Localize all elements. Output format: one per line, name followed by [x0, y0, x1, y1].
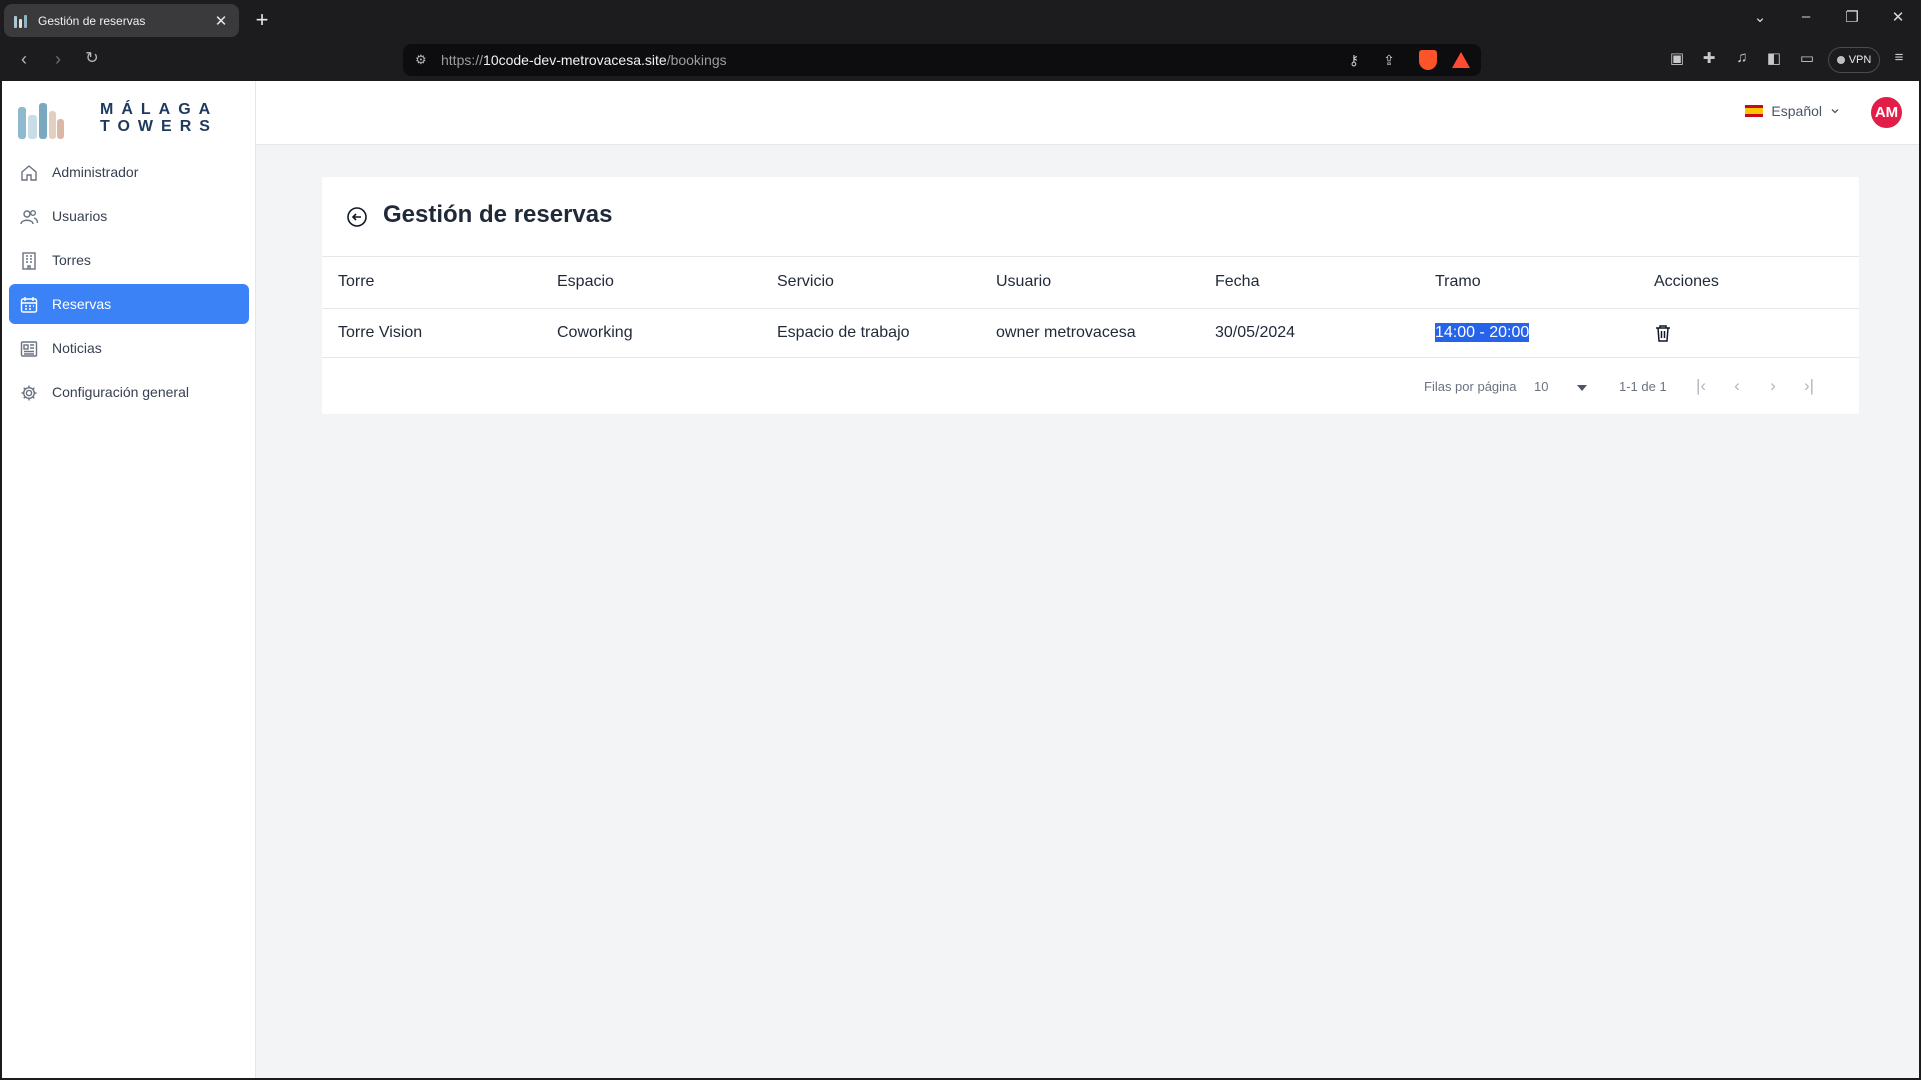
- new-tab-button[interactable]: +: [252, 7, 272, 33]
- sidebar-menu: Administrador Usuarios Torres Reservas N…: [9, 152, 249, 416]
- page-range: 1-1 de 1: [1619, 379, 1667, 394]
- media-icon[interactable]: ♫: [1731, 49, 1753, 66]
- sidebar-toggle-icon[interactable]: ◧: [1763, 49, 1785, 67]
- page-title: Gestión de reservas: [383, 201, 613, 228]
- avatar[interactable]: AM: [1871, 97, 1902, 128]
- cell-espacio: Coworking: [541, 308, 761, 358]
- sidebar: MÁLAGA TOWERS Administrador Usuarios Tor…: [2, 81, 256, 1078]
- site-settings-icon[interactable]: ⚙: [415, 52, 427, 68]
- reload-icon[interactable]: ↻: [80, 48, 104, 70]
- cell-servicio: Espacio de trabajo: [761, 308, 980, 358]
- column-header-fecha: Fecha: [1199, 257, 1419, 309]
- brave-rewards-icon[interactable]: [1452, 52, 1470, 68]
- extension-icon[interactable]: ▣: [1666, 49, 1688, 67]
- sidebar-item-label: Configuración general: [52, 384, 189, 400]
- brave-shields-icon[interactable]: [1419, 50, 1437, 70]
- restore-icon[interactable]: ❐: [1840, 8, 1864, 26]
- calendar-icon: [20, 297, 38, 313]
- last-page-icon[interactable]: ›|: [1798, 375, 1820, 397]
- language-label: Español: [1771, 103, 1822, 119]
- sidebar-item-label: Reservas: [52, 296, 112, 312]
- key-icon[interactable]: ⚷: [1344, 50, 1364, 70]
- bookings-table: Torre Espacio Servicio Usuario Fecha Tra…: [322, 257, 1859, 358]
- pagination: Filas por página 10 1-1 de 1 |‹ ‹ › ›|: [322, 357, 1859, 414]
- trash-icon[interactable]: [1654, 323, 1672, 343]
- url-text[interactable]: https://10code-dev-metrovacesa.site/book…: [441, 52, 727, 68]
- vpn-button[interactable]: VPN: [1828, 47, 1880, 73]
- browser-tab-bar: Gestión de reservas ✕ + ⌄ – ❐ ✕: [0, 0, 1921, 40]
- sidebar-item-label: Usuarios: [52, 208, 108, 224]
- column-header-servicio: Servicio: [761, 257, 980, 309]
- gear-icon: [21, 385, 37, 401]
- users-icon: [20, 210, 39, 225]
- spain-flag-icon: [1745, 105, 1764, 117]
- cell-torre: Torre Vision: [322, 308, 541, 358]
- logo-mark-icon: [18, 101, 64, 139]
- rows-per-page-select[interactable]: 10: [1534, 379, 1548, 394]
- caret-down-icon[interactable]: [1577, 385, 1587, 391]
- tab-search-icon[interactable]: ⌄: [1748, 8, 1772, 26]
- next-page-icon[interactable]: ›: [1762, 375, 1784, 397]
- card-header: Gestión de reservas: [322, 177, 1859, 257]
- rows-per-page-label: Filas por página: [1424, 379, 1517, 394]
- cell-tramo: 14:00 - 20:00: [1419, 308, 1638, 358]
- address-bar[interactable]: ⚙ https://10code-dev-metrovacesa.site/bo…: [403, 44, 1481, 76]
- back-nav-icon[interactable]: ‹: [12, 48, 36, 70]
- logo-text: MÁLAGA TOWERS: [100, 101, 219, 135]
- newspaper-icon: [20, 341, 38, 357]
- first-page-icon[interactable]: |‹: [1690, 375, 1712, 397]
- close-tab-icon[interactable]: ✕: [213, 12, 229, 30]
- sidebar-item-torres[interactable]: Torres: [9, 240, 249, 280]
- prev-page-icon[interactable]: ‹: [1726, 375, 1748, 397]
- forward-nav-icon[interactable]: ›: [46, 48, 70, 70]
- chevron-down-icon: [1831, 109, 1839, 114]
- close-window-icon[interactable]: ✕: [1886, 8, 1910, 26]
- browser-menu-icon[interactable]: ≡: [1888, 49, 1910, 66]
- wallet-icon[interactable]: ▭: [1796, 49, 1818, 67]
- building-icon: [22, 252, 36, 270]
- sidebar-item-label: Administrador: [52, 164, 139, 180]
- extensions-puzzle-icon[interactable]: ✚: [1698, 49, 1720, 67]
- app-viewport: MÁLAGA TOWERS Administrador Usuarios Tor…: [2, 81, 1919, 1078]
- column-header-espacio: Espacio: [541, 257, 761, 309]
- selected-tramo-text[interactable]: 14:00 - 20:00: [1435, 322, 1530, 342]
- table-header-row: Torre Espacio Servicio Usuario Fecha Tra…: [322, 257, 1859, 309]
- back-arrow-icon[interactable]: [346, 206, 368, 228]
- sidebar-item-noticias[interactable]: Noticias: [9, 328, 249, 368]
- language-selector[interactable]: Español: [1745, 103, 1840, 119]
- column-header-acciones: Acciones: [1638, 257, 1859, 309]
- table-row: Torre Vision Coworking Espacio de trabaj…: [322, 308, 1859, 358]
- sidebar-item-label: Noticias: [52, 340, 102, 356]
- cell-acciones: [1638, 308, 1859, 358]
- tab-title: Gestión de reservas: [38, 13, 146, 28]
- site-favicon-icon: [14, 14, 30, 28]
- sidebar-item-reservas[interactable]: Reservas: [9, 284, 249, 324]
- minimize-icon[interactable]: –: [1794, 8, 1818, 25]
- malaga-towers-logo[interactable]: MÁLAGA TOWERS: [18, 99, 223, 147]
- sidebar-item-label: Torres: [52, 252, 91, 268]
- top-header: Español AM: [256, 81, 1919, 145]
- vpn-status-icon: [1836, 56, 1845, 64]
- share-icon[interactable]: ⇪: [1379, 50, 1399, 70]
- column-header-tramo: Tramo: [1419, 257, 1638, 309]
- cell-usuario: owner metrovacesa: [980, 308, 1199, 358]
- sidebar-item-usuarios[interactable]: Usuarios: [9, 196, 249, 236]
- sidebar-item-administrador[interactable]: Administrador: [9, 152, 249, 192]
- column-header-usuario: Usuario: [980, 257, 1199, 309]
- home-icon: [21, 165, 37, 181]
- cell-fecha: 30/05/2024: [1199, 308, 1419, 358]
- column-header-torre: Torre: [322, 257, 541, 309]
- browser-tab[interactable]: Gestión de reservas ✕: [4, 4, 239, 37]
- sidebar-item-configuracion[interactable]: Configuración general: [9, 372, 249, 412]
- bookings-card: Gestión de reservas Torre Espacio Servic…: [322, 177, 1859, 414]
